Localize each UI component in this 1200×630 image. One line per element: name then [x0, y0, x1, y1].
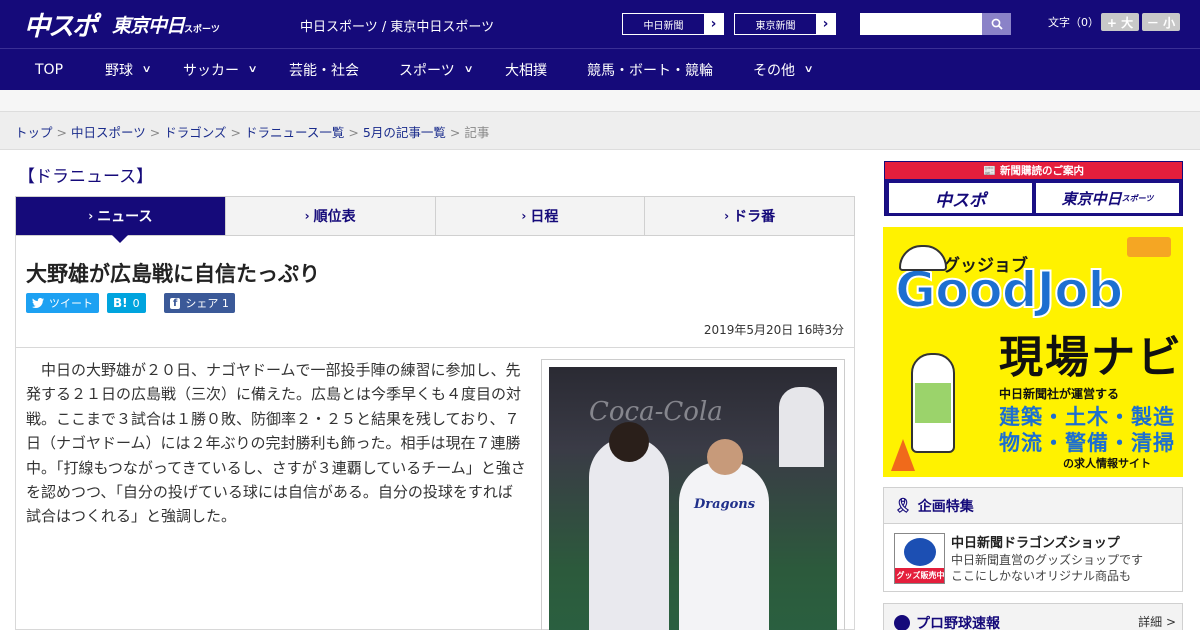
baseball-icon: [894, 615, 910, 630]
font-smaller-button[interactable]: － 小: [1142, 13, 1180, 31]
tab-standings[interactable]: › 順位表: [226, 197, 436, 235]
breadcrumb-link[interactable]: ドラゴンズ: [164, 125, 226, 140]
article-body: 中日の大野雄が２０日、ナゴヤドームで一部投手陣の練習に参加し、先発する２１日の広…: [26, 361, 526, 526]
jersey-text: Dragons: [694, 497, 756, 512]
header-bar: 中スポ 東京中日スポーツ 中日スポーツ / 東京中日スポーツ 中日新聞 › 東京…: [0, 0, 1200, 48]
section-heading: 【ドラニュース】: [18, 167, 154, 187]
tokyo-chunichi-logo[interactable]: 東京中日スポーツ: [112, 11, 220, 38]
article-title: 大野雄が広島戦に自信たっぷり: [26, 262, 320, 286]
chevron-right-icon: ›: [521, 209, 527, 223]
subscribe-chuspo-button[interactable]: 中スポ: [889, 183, 1032, 213]
chevron-right-icon: ›: [88, 209, 94, 223]
ribbon-icon: 🎗: [894, 497, 912, 514]
search-button[interactable]: [982, 13, 1011, 35]
feature-heading: 🎗 企画特集: [884, 488, 1182, 524]
chuspo-logo[interactable]: 中スポ: [24, 6, 98, 43]
publish-date: 2019年5月20日 16時3分: [703, 323, 844, 337]
tab-news[interactable]: › ニュース: [16, 197, 226, 243]
nav-item-racing[interactable]: 競馬・ボート・競輪: [587, 49, 713, 90]
facebook-icon: f: [170, 297, 181, 309]
chevron-right-icon: ›: [704, 14, 723, 34]
site-title: 中日スポーツ / 東京中日スポーツ: [300, 20, 495, 35]
font-larger-button[interactable]: + 大: [1101, 13, 1139, 31]
stadium-banner: Coca-Cola: [589, 397, 723, 427]
ad-jobs-line2: 物流・警備・清掃: [999, 431, 1175, 455]
chevron-down-icon: ∨: [247, 64, 258, 75]
ad-site: の求人情報サイト: [1063, 457, 1151, 470]
breadcrumb-link[interactable]: 中日スポーツ: [71, 125, 146, 140]
subscription-banner: 📰 新聞購読のご案内 中スポ 東京中日 スポーツ: [884, 161, 1183, 216]
hatena-b-icon: B!: [113, 296, 128, 310]
nav-item-other[interactable]: その他 ∨: [753, 49, 814, 90]
pro-baseball-scores: プロ野球速報 詳細 >: [883, 603, 1183, 630]
feature-section: 🎗 企画特集 グッズ販売中 中日新聞ドラゴンズショップ 中日新聞直営のグッズショ…: [883, 487, 1183, 592]
tokyo-shimbun-link[interactable]: 東京新聞 ›: [734, 13, 836, 35]
font-size-label: 文字（0）: [1048, 16, 1099, 29]
dragons-shop-thumbnail[interactable]: グッズ販売中: [894, 533, 945, 584]
pro-baseball-heading: プロ野球速報: [894, 613, 1000, 630]
player-photo: Coca-Cola Dragons: [549, 367, 837, 630]
dragons-shop-desc: 中日新聞直営のグッズショップです ここにしかないオリジナル商品も: [951, 553, 1144, 583]
twitter-icon: [32, 298, 44, 308]
breadcrumb-link[interactable]: トップ: [15, 125, 53, 140]
chevron-right-icon: ›: [724, 209, 730, 223]
chevron-down-icon: ∨: [463, 64, 474, 75]
article-header: 大野雄が広島戦に自信たっぷり ツイート B! 0 f シェア 1 2019年5月…: [16, 236, 854, 348]
newspaper-icon: 📰: [982, 165, 997, 177]
breadcrumb-link[interactable]: ドラニュース一覧: [245, 125, 344, 140]
chunichi-shimbun-link[interactable]: 中日新聞 ›: [622, 13, 724, 35]
breadcrumb-link[interactable]: 5月の記事一覧: [363, 125, 446, 140]
nav-item-soccer[interactable]: サッカー ∨: [183, 49, 258, 90]
search-icon: [991, 18, 1003, 30]
spacer-bar: [0, 90, 1200, 112]
search-input[interactable]: [860, 13, 982, 35]
subscribe-tokyo-chunichi-button[interactable]: 東京中日 スポーツ: [1036, 183, 1179, 213]
section-tabs: › ニュース › 順位表 › 日程 › ドラ番: [15, 196, 855, 243]
facebook-share-button[interactable]: f シェア 1: [164, 293, 235, 313]
subscription-heading: 📰 新聞購読のご案内: [885, 162, 1182, 179]
tab-schedule[interactable]: › 日程: [436, 197, 646, 235]
nav-item-baseball[interactable]: 野球 ∨: [105, 49, 152, 90]
hatena-bookmark-button[interactable]: B! 0: [107, 293, 146, 313]
breadcrumb: トップ > 中日スポーツ > ドラゴンズ > ドラニュース一覧 >5月の記事一覧 > 記事: [0, 112, 1200, 150]
chevron-down-icon: ∨: [803, 64, 814, 75]
article: 大野雄が広島戦に自信たっぷり ツイート B! 0 f シェア 1 2019年5月…: [15, 236, 855, 630]
main-nav: TOP 野球 ∨ サッカー ∨ 芸能・社会 スポーツ ∨ 大相撲 競馬・ボート・競輪 …: [0, 48, 1200, 90]
truck-icon: [1127, 237, 1171, 257]
ad-title: 現場ナビ: [999, 332, 1183, 383]
chevron-right-icon: ›: [816, 14, 835, 34]
nav-item-sumo[interactable]: 大相撲: [505, 49, 547, 90]
nav-item-entertainment[interactable]: 芸能・社会: [289, 49, 359, 90]
nav-item-sports[interactable]: スポーツ ∨: [399, 49, 474, 90]
traffic-cone-icon: [891, 439, 915, 471]
nav-item-top[interactable]: TOP: [35, 49, 63, 90]
tweet-button[interactable]: ツイート: [26, 293, 99, 313]
goodjob-ad[interactable]: グッジョブ GoodJob 現場ナビ 中日新聞社が運営する 建築・土木・製造 物…: [883, 227, 1183, 477]
chevron-down-icon: ∨: [141, 64, 152, 75]
helmet-icon: [899, 245, 947, 271]
baseball-details-link[interactable]: 詳細 >: [1138, 613, 1176, 630]
ad-runby: 中日新聞社が運営する: [999, 387, 1120, 401]
chevron-right-icon: ›: [304, 209, 310, 223]
dragons-shop-link[interactable]: 中日新聞ドラゴンズショップ: [951, 532, 1120, 551]
breadcrumb-current: 記事: [464, 125, 490, 140]
article-photo[interactable]: Coca-Cola Dragons: [541, 359, 845, 630]
tab-dora-ban[interactable]: › ドラ番: [645, 197, 854, 235]
